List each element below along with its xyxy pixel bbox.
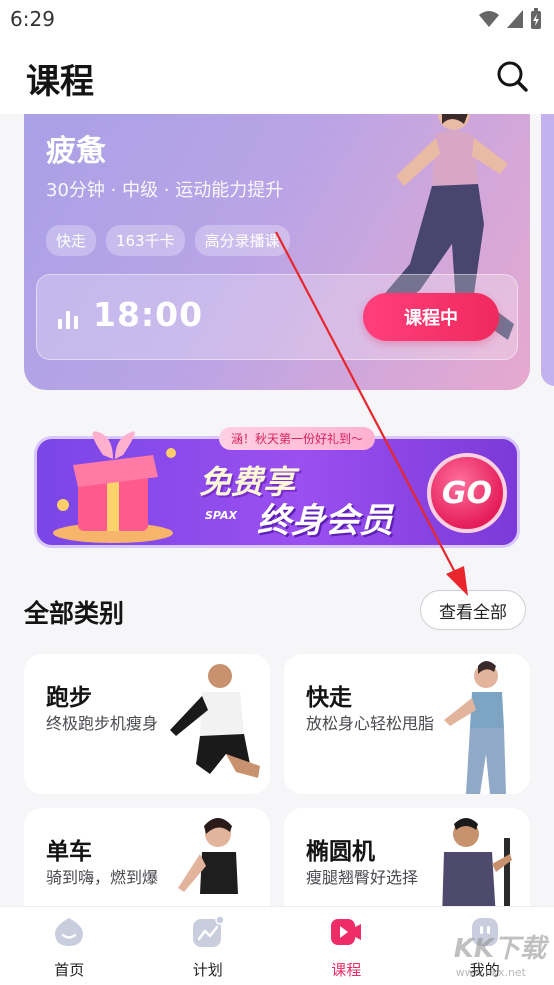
watermark-logo: KK下载 — [454, 928, 546, 965]
cyclist-illustration — [160, 808, 270, 906]
search-button[interactable] — [494, 58, 530, 94]
course-subtitle: 30分钟 · 中级 · 运动能力提升 — [46, 176, 283, 202]
gift-box-icon — [43, 425, 193, 545]
category-desc: 骑到嗨，燃到爆 — [46, 864, 158, 888]
bar-chart-icon — [57, 307, 79, 329]
course-tags: 快走 163千卡 高分录播课 — [46, 225, 290, 256]
battery-icon — [530, 8, 542, 30]
app-header: 课程 — [0, 40, 554, 114]
nav-plan[interactable]: 计划 — [139, 907, 278, 985]
category-card-cycling[interactable]: 单车 骑到嗨，燃到爆 — [24, 808, 270, 906]
category-desc: 放松身心轻松甩脂 — [306, 710, 434, 734]
status-time: 6:29 — [10, 7, 55, 31]
category-card-running[interactable]: 跑步 终极跑步机瘦身 — [24, 654, 270, 794]
category-card-elliptical[interactable]: 椭圆机 瘦腿翘臀好选择 — [284, 808, 530, 906]
section-title: 全部类别 — [24, 594, 124, 630]
nav-label: 课程 — [277, 959, 416, 980]
course-tag: 高分录播课 — [195, 225, 290, 256]
promo-subheadline: 终身会员 — [257, 493, 393, 542]
main-scroll[interactable]: 疲惫 30分钟 · 中级 · 运动能力提升 快走 163千卡 高分录播课 18:… — [0, 114, 554, 906]
in-course-button[interactable]: 课程中 — [363, 293, 499, 341]
signal-icon — [506, 9, 524, 29]
category-desc: 瘦腿翘臀好选择 — [306, 864, 418, 888]
nav-home[interactable]: 首页 — [0, 907, 139, 985]
status-icons — [478, 8, 542, 30]
home-icon — [52, 915, 86, 949]
course-tag: 快走 — [46, 225, 96, 256]
nav-course[interactable]: 课程 — [277, 907, 416, 985]
category-desc: 终极跑步机瘦身 — [46, 710, 158, 734]
course-title: 疲惫 — [46, 126, 106, 170]
nav-label: 首页 — [0, 959, 139, 980]
runner-illustration — [160, 654, 270, 794]
category-title: 椭圆机 — [306, 832, 375, 866]
watermark-url: www.kkx.net — [456, 966, 526, 979]
promo-go-button[interactable]: GO — [427, 453, 507, 533]
status-bar: 6:29 — [0, 0, 554, 40]
promo-ribbon: 涵！秋天第一份好礼到～ — [219, 427, 375, 450]
wifi-icon — [478, 9, 500, 29]
category-card-walking[interactable]: 快走 放松身心轻松甩脂 — [284, 654, 530, 794]
walker-illustration — [420, 654, 530, 794]
search-icon — [494, 58, 530, 94]
promo-brand: SPAX — [205, 509, 237, 522]
current-course-card[interactable]: 疲惫 30分钟 · 中级 · 运动能力提升 快走 163千卡 高分录播课 18:… — [24, 114, 530, 390]
plan-icon — [191, 915, 225, 949]
timer-bar: 18:00 课程中 — [36, 274, 518, 360]
page-title: 课程 — [26, 54, 94, 103]
course-tag: 163千卡 — [106, 225, 185, 256]
nav-label: 计划 — [139, 959, 278, 980]
category-title: 跑步 — [46, 678, 92, 712]
promo-banner[interactable]: 涵！秋天第一份好礼到～ 免费享 SPAX 终身会员 GO — [34, 436, 520, 548]
category-title: 快走 — [306, 678, 352, 712]
view-all-button[interactable]: 查看全部 — [420, 590, 526, 630]
elliptical-trainer-illustration — [420, 808, 530, 906]
course-icon — [329, 915, 363, 949]
category-title: 单车 — [46, 832, 92, 866]
next-course-card-edge[interactable] — [541, 114, 554, 386]
timer-value: 18:00 — [93, 295, 203, 334]
